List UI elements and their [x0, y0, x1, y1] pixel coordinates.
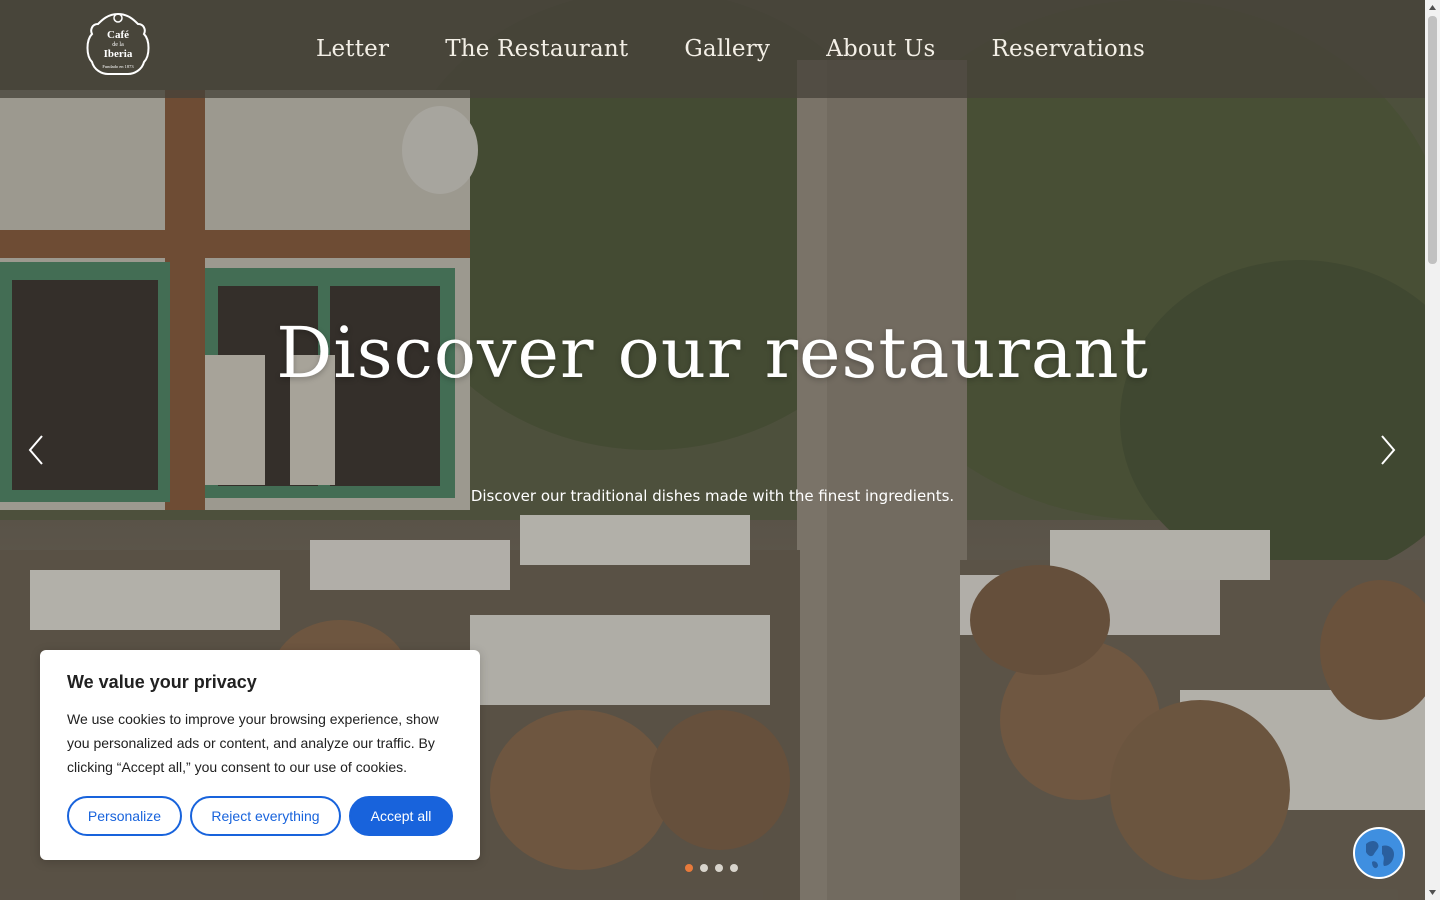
globe-icon [1353, 827, 1405, 879]
logo-line3: Iberia [104, 48, 133, 60]
slider-pagination [685, 864, 745, 872]
slide-dot-3[interactable] [715, 864, 723, 872]
main-nav: Letter The Restaurant Gallery About Us R… [316, 0, 1201, 98]
chevron-left-icon [28, 435, 43, 465]
page-scrollbar[interactable] [1425, 0, 1440, 900]
hero-title: Discover our restaurant [276, 312, 1149, 394]
language-button[interactable] [1352, 826, 1406, 880]
slider-prev-button[interactable] [24, 432, 54, 468]
scroll-down-icon[interactable] [1425, 885, 1440, 900]
cookie-consent-banner: We value your privacy We use cookies to … [40, 650, 480, 860]
scroll-up-icon[interactable] [1425, 0, 1440, 15]
personalize-button[interactable]: Personalize [67, 796, 182, 836]
nav-the-restaurant[interactable]: The Restaurant [445, 36, 628, 62]
logo-tagline: Fundado en 1873 [102, 64, 134, 69]
nav-reservations[interactable]: Reservations [991, 36, 1145, 62]
logo-line1: Café [107, 29, 129, 41]
slide-dot-2[interactable] [700, 864, 708, 872]
cafe-iberia-logo[interactable]: Café de la Iberia Fundado en 1873 [84, 10, 152, 82]
reject-all-button[interactable]: Reject everything [190, 796, 341, 836]
slider-next-button[interactable] [1374, 432, 1404, 468]
chevron-right-icon [1381, 435, 1396, 465]
slide-dot-1[interactable] [685, 864, 693, 872]
cookie-text: We use cookies to improve your browsing … [67, 711, 439, 775]
nav-letter[interactable]: Letter [316, 36, 389, 62]
slide-dot-4[interactable] [730, 864, 738, 872]
hero-subtitle: Discover our traditional dishes made wit… [470, 487, 955, 505]
logo-emblem-icon: Café de la Iberia Fundado en 1873 [86, 12, 150, 75]
top-navigation-bar: Café de la Iberia Fundado en 1873 Letter… [0, 0, 1425, 98]
scrollbar-thumb[interactable] [1428, 16, 1437, 264]
accept-all-button[interactable]: Accept all [349, 796, 453, 836]
nav-gallery[interactable]: Gallery [684, 36, 770, 62]
nav-about-us[interactable]: About Us [826, 36, 935, 62]
cookie-title: We value your privacy [67, 672, 257, 692]
